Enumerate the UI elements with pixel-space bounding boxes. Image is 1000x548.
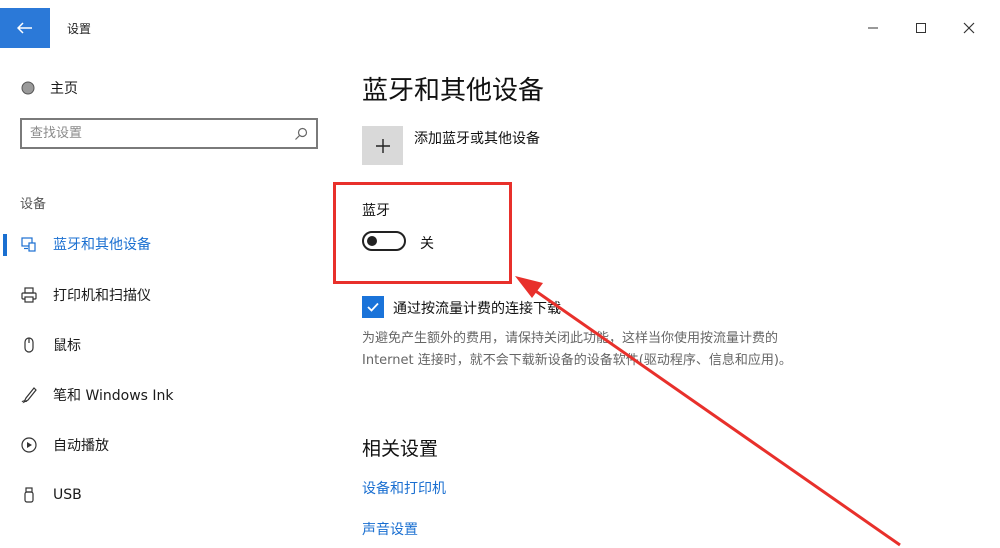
sidebar-item-label: 自动播放: [53, 438, 109, 454]
maximize-icon: [916, 23, 926, 33]
sidebar-item-label: 鼠标: [53, 338, 81, 354]
sidebar-item-label: 蓝牙和其他设备: [53, 237, 151, 253]
sidebar-item-usb[interactable]: USB: [0, 478, 330, 512]
checkmark-icon: [367, 302, 379, 312]
metered-download-checkbox[interactable]: [362, 296, 384, 318]
search-input[interactable]: [22, 125, 286, 142]
sidebar-item-pen[interactable]: 笔和 Windows Ink: [0, 378, 330, 412]
sidebar-item-label: 打印机和扫描仪: [53, 288, 151, 304]
window-title: 设置: [67, 22, 92, 36]
pen-icon: [20, 386, 38, 404]
sidebar-item-label: USB: [53, 487, 82, 503]
add-device-label[interactable]: 添加蓝牙或其他设备: [414, 128, 540, 148]
autoplay-icon: [20, 436, 38, 454]
metered-download-label: 通过按流量计费的连接下载: [393, 301, 561, 317]
toggle-knob: [367, 236, 377, 246]
devices-printers-link[interactable]: 设备和打印机: [362, 478, 446, 498]
title-bar: 设置: [0, 0, 1000, 56]
maximize-button[interactable]: [906, 14, 936, 42]
sound-settings-link[interactable]: 声音设置: [362, 519, 418, 539]
active-indicator: [3, 234, 7, 256]
home-label: 主页: [50, 81, 78, 97]
bluetooth-label: 蓝牙: [362, 203, 390, 219]
bluetooth-devices-icon: [20, 235, 38, 253]
add-device-button[interactable]: [362, 126, 403, 165]
sidebar-home[interactable]: 主页: [20, 78, 78, 98]
sidebar-section-devices: 设备: [20, 197, 47, 212]
search-box[interactable]: [20, 118, 318, 149]
minimize-button[interactable]: [858, 14, 888, 42]
close-icon: [963, 22, 975, 34]
plus-icon: [375, 138, 390, 153]
settings-window: 设置 主页 设备: [0, 0, 1000, 548]
home-icon: [21, 81, 35, 95]
back-arrow-icon: [17, 22, 32, 34]
search-button[interactable]: [286, 120, 316, 147]
bluetooth-toggle[interactable]: [362, 231, 406, 251]
sidebar-item-bluetooth[interactable]: 蓝牙和其他设备: [0, 227, 330, 261]
sidebar-item-mouse[interactable]: 鼠标: [0, 328, 330, 362]
minimize-icon: [868, 27, 878, 29]
sidebar-item-autoplay[interactable]: 自动播放: [0, 428, 330, 462]
metered-description: 为避免产生额外的费用，请保持关闭此功能，这样当你使用按流量计费的 Interne…: [362, 331, 792, 368]
related-settings-title: 相关设置: [362, 438, 439, 460]
close-button[interactable]: [954, 14, 984, 42]
sidebar-item-label: 笔和 Windows Ink: [53, 388, 174, 404]
usb-icon: [20, 486, 38, 504]
mouse-icon: [20, 336, 38, 354]
back-button[interactable]: [0, 8, 50, 48]
printer-icon: [20, 286, 38, 304]
page-title: 蓝牙和其他设备: [362, 76, 545, 106]
sidebar-item-printers[interactable]: 打印机和扫描仪: [0, 278, 330, 312]
bluetooth-state-text: 关: [420, 236, 434, 252]
search-icon: [295, 127, 308, 140]
